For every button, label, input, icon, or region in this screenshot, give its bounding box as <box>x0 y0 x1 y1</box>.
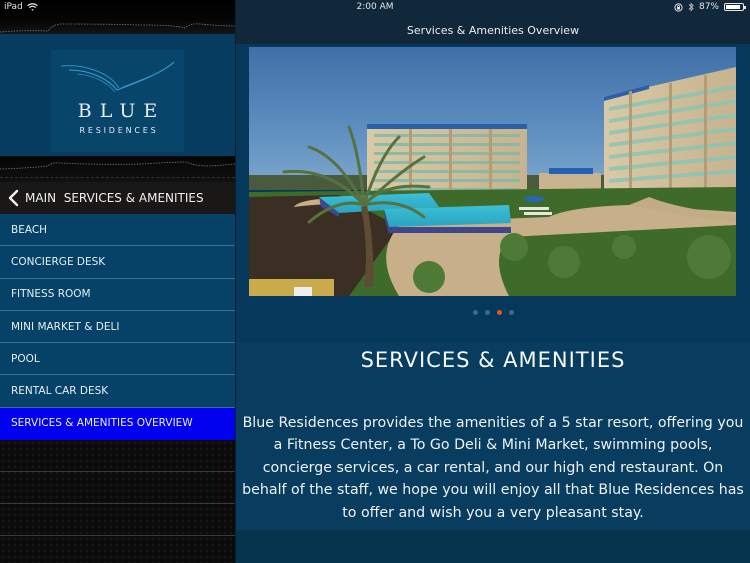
sidebar: BLUE RESIDENCES MAIN SERVICES & AMENITIE… <box>0 0 235 563</box>
sidebar-item-label: FITNESS ROOM <box>11 288 91 301</box>
bird-wings-icon <box>60 61 175 93</box>
page-dot-1[interactable] <box>472 310 478 315</box>
status-bar: iPad 2:00 AM 87% <box>0 0 750 16</box>
battery-icon <box>724 3 746 11</box>
sidebar-stitch-band <box>0 156 235 182</box>
chevron-left-icon <box>8 189 19 207</box>
page-dot-4[interactable] <box>508 310 514 315</box>
detail-pane: Services & Amenities Overview SERVICES &… <box>236 0 750 563</box>
page-dot-3-active[interactable] <box>496 310 502 315</box>
row-divider <box>0 535 235 536</box>
sidebar-item-label: MINI MARKET & DELI <box>11 320 120 333</box>
sidebar-item-beach[interactable]: BEACH <box>0 214 235 247</box>
left-building <box>367 124 527 195</box>
orientation-lock-icon <box>674 2 683 12</box>
sidebar-item-label: POOL <box>11 352 40 365</box>
bluetooth-icon <box>688 2 694 12</box>
sidebar-item-concierge-desk[interactable]: CONCIERGE DESK <box>0 246 235 279</box>
back-button-label: MAIN SERVICES & AMENITIES <box>25 191 204 205</box>
stitch-line <box>0 177 235 178</box>
sidebar-item-label: BEACH <box>11 223 48 236</box>
image-carousel[interactable] <box>236 44 750 342</box>
page-indicator[interactable] <box>236 310 750 315</box>
page-dot-2[interactable] <box>484 310 490 315</box>
stitch-wave-decoration <box>0 23 235 33</box>
nav-title: Services & Amenities Overview <box>406 24 580 37</box>
content-section: SERVICES & AMENITIES Blue Residences pro… <box>236 342 750 530</box>
brand-logo: BLUE RESIDENCES <box>51 50 184 152</box>
sidebar-empty-rows <box>0 440 235 563</box>
back-to-main-button[interactable]: MAIN SERVICES & AMENITIES <box>0 182 235 214</box>
sidebar-item-fitness-room[interactable]: FITNESS ROOM <box>0 278 235 311</box>
sidebar-item-services-amenities-overview[interactable]: SERVICES & AMENITIES OVERVIEW <box>0 407 235 441</box>
sidebar-item-label: CONCIERGE DESK <box>11 255 106 268</box>
device-name: iPad <box>4 2 23 12</box>
sidebar-item-rental-car-desk[interactable]: RENTAL CAR DESK <box>0 375 235 408</box>
sidebar-item-pool[interactable]: POOL <box>0 343 235 376</box>
stitch-wave-decoration <box>0 161 235 170</box>
section-heading: SERVICES & AMENITIES <box>360 348 626 372</box>
sidebar-item-label: SERVICES & AMENITIES OVERVIEW <box>11 417 193 430</box>
battery-percent: 87% <box>698 2 719 12</box>
resort-photo-illustration <box>249 47 736 296</box>
logo-wordmark-blue: BLUE <box>77 100 166 122</box>
wifi-icon <box>26 3 38 11</box>
section-body-text: Blue Residences provides the amenities o… <box>242 415 744 521</box>
sidebar-item-mini-market-deli[interactable]: MINI MARKET & DELI <box>0 310 235 344</box>
row-divider <box>0 503 235 504</box>
logo-area: BLUE RESIDENCES <box>0 34 235 156</box>
content-footer <box>236 530 750 563</box>
sidebar-menu: BEACH CONCIERGE DESK FITNESS ROOM MINI M… <box>0 214 235 441</box>
sidebar-item-label: RENTAL CAR DESK <box>11 385 109 398</box>
logo-wordmark-residences: RESIDENCES <box>79 126 159 135</box>
row-divider <box>0 471 235 472</box>
battery-level <box>726 5 740 9</box>
carousel-photo[interactable] <box>249 47 736 296</box>
status-time: 2:00 AM <box>356 2 394 12</box>
